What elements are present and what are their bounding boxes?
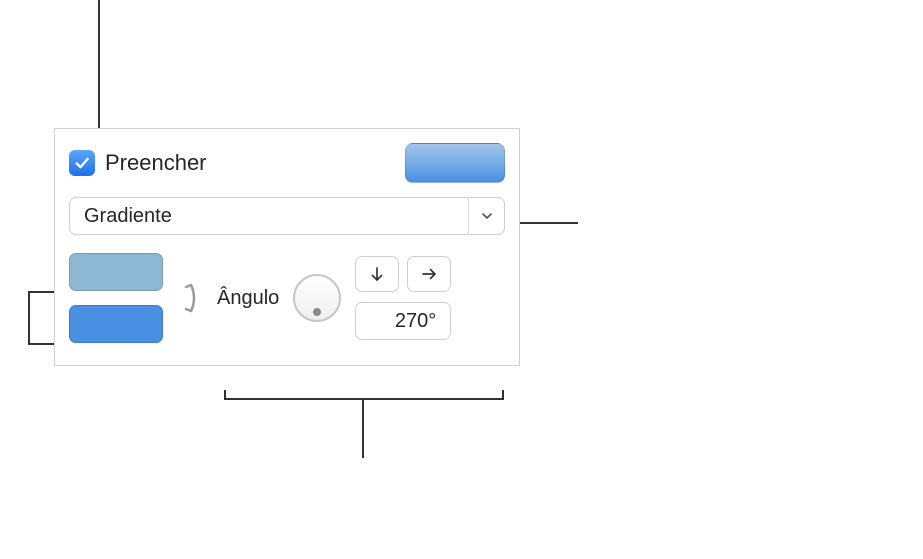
arrow-right-icon: [420, 265, 438, 283]
callout-line: [224, 398, 504, 400]
gradient-stops-column: [69, 253, 163, 343]
fill-type-value: Gradiente: [84, 205, 468, 228]
swap-colors-button[interactable]: [169, 273, 199, 323]
gradient-stops: [69, 253, 199, 343]
direction-column: [355, 256, 451, 340]
callout-line: [28, 291, 30, 345]
callout-line: [502, 390, 504, 400]
gradient-controls: Ângulo: [69, 253, 505, 343]
fill-header-row: Preencher: [69, 143, 505, 183]
checkmark-icon: [73, 154, 91, 172]
fill-type-dropdown[interactable]: Gradiente: [69, 197, 505, 235]
direction-right-button[interactable]: [407, 256, 451, 292]
angle-dial-indicator: [313, 308, 321, 316]
fill-preview-swatch[interactable]: [405, 143, 505, 183]
angle-field[interactable]: [355, 302, 451, 340]
angle-dial[interactable]: [293, 274, 341, 322]
direction-buttons: [355, 256, 451, 292]
angle-section: Ângulo: [217, 253, 505, 343]
gradient-color-well-1[interactable]: [69, 253, 163, 291]
arrow-down-icon: [368, 265, 386, 283]
fill-label: Preencher: [105, 150, 207, 176]
callout-line: [362, 398, 364, 458]
callout-line: [98, 0, 100, 128]
fill-panel: Preencher Gradiente: [54, 128, 520, 366]
gradient-color-well-2[interactable]: [69, 305, 163, 343]
callout-line: [224, 390, 226, 400]
callout-line: [520, 222, 578, 224]
chevron-down-icon: [468, 198, 504, 234]
fill-checkbox[interactable]: [69, 150, 95, 176]
angle-label: Ângulo: [217, 287, 279, 310]
direction-down-button[interactable]: [355, 256, 399, 292]
fill-checkbox-group: Preencher: [69, 150, 207, 176]
